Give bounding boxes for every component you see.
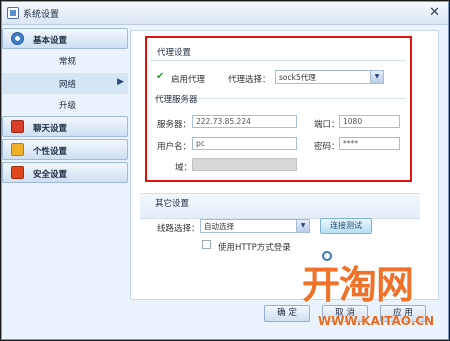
connection-test-button[interactable]: 连接测试: [320, 218, 372, 234]
chevron-right-icon: ▶: [117, 77, 124, 87]
sidebar: 基本设置 常规 网络 ▶ 升级 聊天设置 个性设置 安全设置: [2, 28, 130, 336]
route-select[interactable]: 自动选择 ▼: [200, 219, 310, 233]
app-icon: [7, 7, 19, 19]
sidebar-group-label: 聊天设置: [33, 124, 68, 134]
route-label: 线路选择：: [157, 224, 200, 234]
chevron-down-icon[interactable]: ▼: [296, 220, 309, 232]
sidebar-item-label: 升级: [59, 101, 77, 111]
close-icon[interactable]: ✕: [429, 5, 440, 20]
sidebar-group-label: 个性设置: [33, 147, 68, 157]
sidebar-group-chat[interactable]: 聊天设置: [2, 116, 128, 137]
title-bar: 系统设置 ✕: [2, 2, 448, 25]
chat-icon: [11, 120, 24, 133]
http-login-checkbox[interactable]: [202, 240, 211, 249]
sidebar-item-network[interactable]: 网络 ▶: [2, 73, 128, 94]
sidebar-item-upgrade[interactable]: 升级: [2, 94, 128, 115]
sidebar-group-label: 基本设置: [33, 36, 68, 46]
sidebar-group-personal[interactable]: 个性设置: [2, 139, 128, 160]
gear-icon: [11, 32, 24, 45]
sidebar-group-security[interactable]: 安全设置: [2, 162, 128, 183]
lock-icon: [11, 166, 24, 179]
sidebar-item-label: 网络: [59, 80, 77, 90]
brush-icon: [11, 143, 24, 156]
other-section-title: 其它设置: [155, 199, 190, 209]
sidebar-item-general[interactable]: 常规: [2, 50, 128, 71]
http-login-label: 使用HTTP方式登录: [218, 243, 291, 253]
sidebar-item-label: 常规: [59, 57, 77, 67]
sidebar-group-label: 安全设置: [33, 170, 68, 180]
sidebar-group-basic[interactable]: 基本设置: [2, 28, 128, 49]
route-value: 自动选择: [204, 222, 234, 231]
watermark-url: WWW.KAITAO.CN: [318, 314, 435, 328]
highlight-box: [145, 36, 412, 182]
watermark-logo: 开淘网: [302, 263, 414, 307]
window-title: 系统设置: [23, 10, 60, 20]
